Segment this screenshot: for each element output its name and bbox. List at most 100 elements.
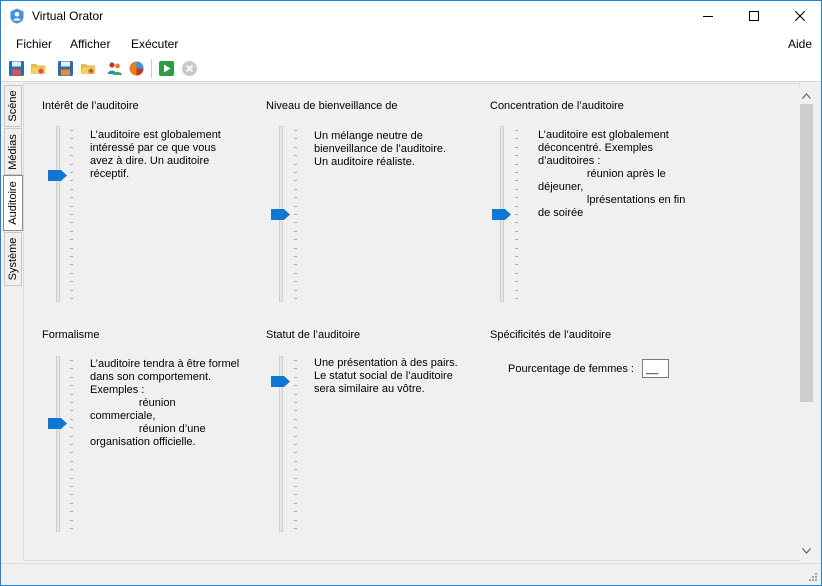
minimize-button[interactable] (685, 1, 731, 31)
scroll-up-button[interactable] (798, 87, 815, 104)
status-title: Statut de l’auditoire (266, 329, 361, 341)
formalism-slider-thumb[interactable] (48, 418, 67, 430)
interest-slider-tick (70, 205, 73, 207)
formalism-slider-tick (70, 460, 73, 462)
scroll-down-button[interactable] (798, 542, 815, 559)
open-folder-icon[interactable] (30, 60, 47, 77)
menu-fichier[interactable]: Fichier (16, 37, 52, 51)
formalism-slider-track[interactable] (56, 356, 60, 532)
benevolence-slider-tick (294, 180, 297, 182)
concentration-slider-tick (515, 197, 518, 199)
status-slider-tick (294, 502, 297, 504)
formalism-slider-tick (70, 368, 73, 370)
concentration-slider-tick (515, 239, 518, 241)
tab-auditoire[interactable]: Auditoire (3, 175, 23, 231)
interest-slider-tick (70, 188, 73, 190)
benevolence-slider-tick (294, 272, 297, 274)
interest-slider-tick (70, 222, 73, 224)
vertical-tab-strip: Scène Médias Auditoire Système (1, 83, 23, 563)
concentration-slider-tick (515, 256, 518, 257)
close-button[interactable] (777, 1, 821, 31)
audience-people-icon[interactable] (106, 60, 123, 77)
concentration-slider-tick (515, 180, 518, 182)
concentration-slider-tick (515, 138, 518, 140)
tab-systeme-label: Système (7, 237, 19, 281)
close-icon (795, 11, 805, 21)
interest-slider-tick (70, 247, 73, 249)
concentration-slider-tick (515, 188, 518, 190)
tab-systeme[interactable]: Système (4, 232, 22, 286)
audience-settings-panel: Intérêt de l’auditoire L’auditoire est g… (23, 83, 800, 561)
interest-slider-tick (70, 163, 73, 165)
tab-medias[interactable]: Médias (4, 128, 22, 175)
play-icon[interactable] (158, 60, 175, 77)
globe-icon[interactable] (128, 60, 145, 77)
stop-icon[interactable] (181, 60, 198, 77)
interest-slider-tick (70, 256, 73, 257)
menu-aide[interactable]: Aide (788, 37, 812, 51)
status-slider-tick (294, 519, 297, 521)
chevron-down-icon (802, 547, 811, 554)
benevolence-slider-tick (294, 163, 297, 165)
scrollbar-thumb[interactable] (800, 104, 813, 402)
status-bar (1, 563, 821, 585)
interest-slider-tick (70, 130, 73, 131)
menu-afficher[interactable]: Afficher (70, 37, 110, 51)
status-slider-tick (294, 444, 297, 445)
menu-executer[interactable]: Exécuter (131, 37, 178, 51)
interest-slider-tick (70, 264, 73, 266)
concentration-slider-tick (515, 130, 518, 131)
status-slider-tick (294, 418, 297, 420)
benevolence-slider-tick (294, 298, 297, 299)
concentration-slider-tick (515, 155, 518, 157)
concentration-slider-tick (515, 289, 518, 291)
benevolence-slider-tick (294, 247, 297, 249)
formalism-slider-tick (70, 393, 73, 395)
benevolence-slider-tick (294, 172, 297, 173)
benevolence-slider-tick (294, 214, 297, 215)
interest-slider-tick (70, 239, 73, 241)
concentration-slider-tick (515, 146, 518, 148)
benevolence-slider-tick (294, 155, 297, 157)
interest-slider-tick (70, 172, 73, 173)
formalism-slider-tick (70, 427, 73, 429)
formalism-slider-tick (70, 435, 73, 437)
interest-slider-tick (70, 298, 73, 299)
interest-slider-thumb[interactable] (48, 169, 67, 181)
minimize-icon (703, 16, 713, 17)
maximize-button[interactable] (731, 1, 777, 31)
benevolence-slider-tick (294, 188, 297, 190)
status-slider-tick (294, 385, 297, 387)
concentration-slider-tick (515, 230, 518, 232)
interest-description: L’auditoire est globalement intéressé pa… (90, 129, 221, 180)
benevolence-slider-tick (294, 289, 297, 291)
status-slider-tick (294, 494, 297, 496)
save-icon[interactable] (8, 60, 25, 77)
open-media-icon[interactable] (80, 60, 97, 77)
status-slider-tick (294, 486, 297, 487)
tab-scene[interactable]: Scène (4, 85, 22, 127)
toolbar-separator (151, 59, 152, 78)
interest-slider-tick (70, 155, 73, 157)
interest-slider-track[interactable] (56, 126, 60, 302)
save-as-icon[interactable] (57, 60, 74, 77)
benevolence-slider-tick (294, 264, 297, 266)
benevolence-slider-tick (294, 230, 297, 232)
status-slider-tick (294, 402, 297, 403)
status-slider-tick (294, 410, 297, 412)
concentration-slider-thumb[interactable] (492, 208, 511, 220)
benevolence-slider-thumb[interactable] (271, 208, 290, 220)
formalism-slider-tick (70, 385, 73, 387)
interest-slider-tick (70, 146, 73, 148)
tab-medias-label: Médias (7, 133, 19, 170)
concentration-slider-tick (515, 272, 518, 274)
vertical-scrollbar[interactable] (798, 87, 815, 559)
resize-grip-icon[interactable] (808, 572, 818, 582)
benevolence-description: Un mélange neutre de bienveillance de l’… (314, 130, 447, 168)
concentration-description: L’auditoire est globalement déconcentré.… (538, 129, 686, 219)
status-slider-tick (294, 360, 297, 361)
women-percentage-input[interactable] (642, 359, 669, 378)
orator-app-icon (10, 8, 24, 24)
status-slider-thumb[interactable] (271, 376, 290, 388)
concentration-slider-tick (515, 247, 518, 249)
